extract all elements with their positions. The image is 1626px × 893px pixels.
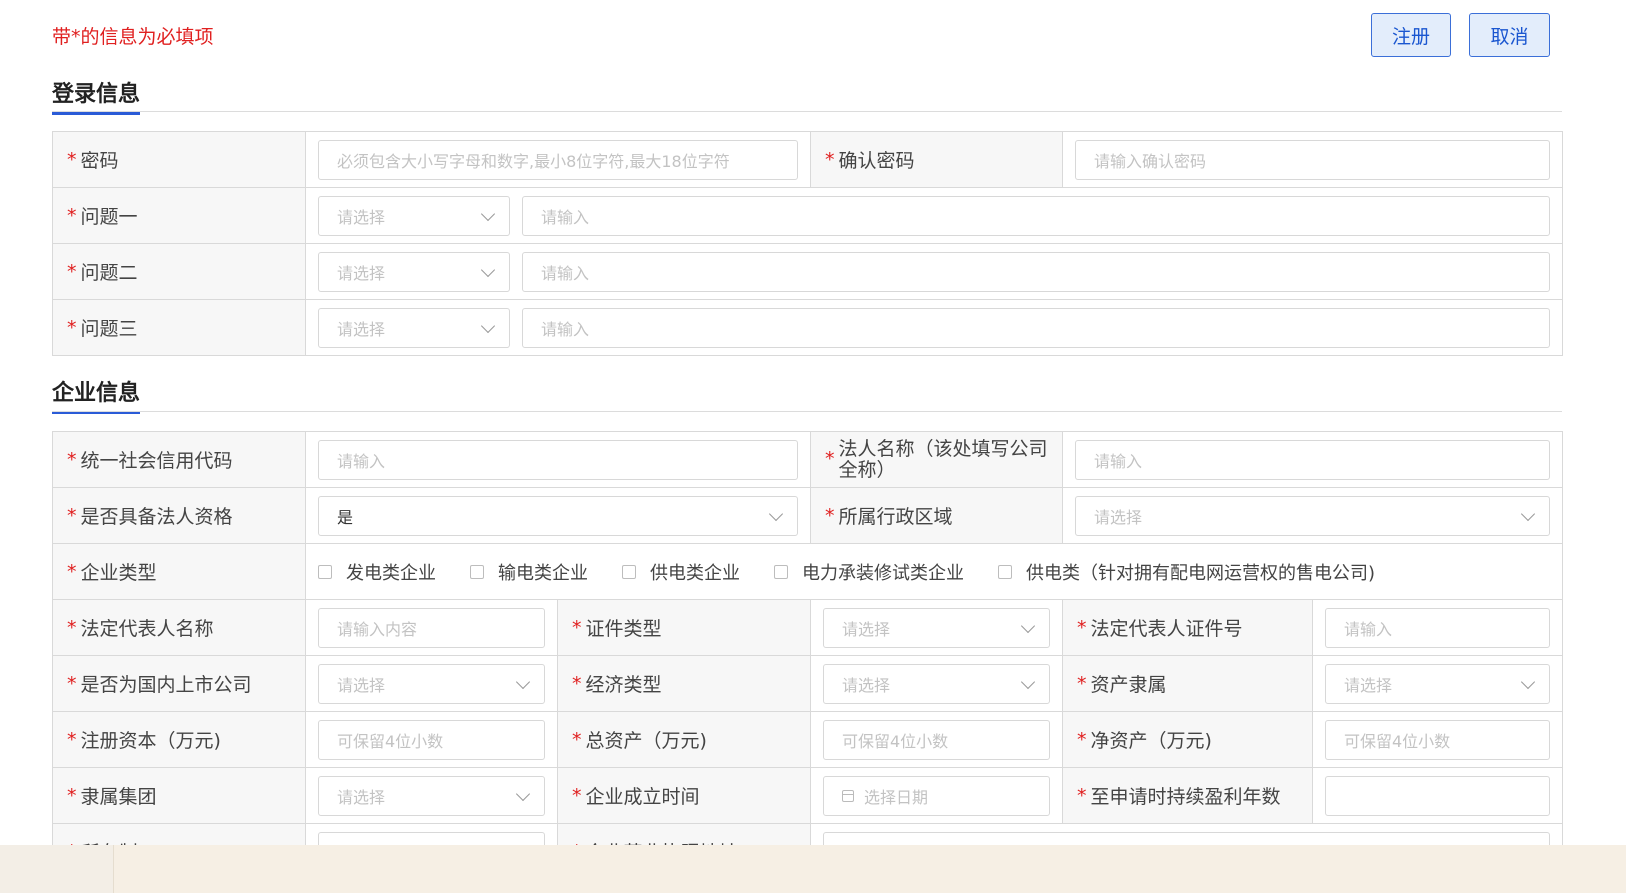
divider [52, 411, 1562, 412]
credit-code-label: * 统一社会信用代码 [53, 432, 306, 488]
econ-type-label: * 经济类型 [558, 656, 811, 712]
founded-label: * 企业成立时间 [558, 768, 811, 824]
checkbox-box[interactable] [318, 564, 332, 579]
rep-name-label: * 法定代表人名称 [53, 600, 306, 656]
net-assets-label: * 净资产（万元) [1063, 712, 1313, 768]
rep-id-label: * 法定代表人证件号 [1063, 600, 1313, 656]
chevron-down-icon [515, 786, 531, 801]
login-form-table: * 密码 必须包含大小写字母和数字,最小8位字符,最大18位字符 * 确认密码 请输… [52, 131, 1563, 356]
checkbox-supply[interactable]: 供电类企业 [622, 559, 740, 585]
checkbox-generation[interactable]: 发电类企业 [318, 559, 436, 585]
id-type-label: * 证件类型 [558, 600, 811, 656]
listed-select[interactable]: 请选择 [318, 663, 545, 704]
rep-id-input[interactable]: 请输入 [1325, 607, 1550, 648]
legal-name-input[interactable]: 请输入 [1075, 439, 1550, 480]
question1-answer-input[interactable]: 请输入 [522, 195, 1550, 236]
group-label: * 隶属集团 [53, 768, 306, 824]
credit-code-input[interactable]: 请输入 [318, 439, 798, 480]
divider [52, 111, 1562, 112]
question2-answer-input[interactable]: 请输入 [522, 251, 1550, 292]
calendar-icon [842, 789, 854, 802]
reg-capital-label: * 注册资本（万元) [53, 712, 306, 768]
asset-owner-select[interactable]: 请选择 [1325, 663, 1550, 704]
checkbox-transmission[interactable]: 输电类企业 [470, 559, 588, 585]
cancel-button[interactable]: 取消 [1469, 13, 1550, 57]
question1-label: * 问题一 [53, 188, 306, 244]
question2-label: * 问题二 [53, 244, 306, 300]
confirm-password-label: * 确认密码 [811, 132, 1063, 188]
chevron-down-icon [480, 262, 496, 277]
profit-years-input[interactable] [1325, 775, 1550, 816]
chevron-down-icon [768, 506, 784, 521]
total-assets-label: * 总资产（万元) [558, 712, 811, 768]
net-assets-input[interactable]: 可保留4位小数 [1325, 719, 1550, 760]
company-type-label: * 企业类型 [53, 544, 306, 600]
chevron-down-icon [480, 318, 496, 333]
required-note: 带*的信息为必填项 [52, 26, 214, 48]
checkbox-box[interactable] [774, 564, 788, 579]
founded-date-picker[interactable]: 选择日期 [823, 775, 1050, 816]
group-select[interactable]: 请选择 [318, 775, 545, 816]
question3-answer-input[interactable]: 请输入 [522, 307, 1550, 348]
region-label: * 所属行政区域 [811, 488, 1063, 544]
reg-capital-input[interactable]: 可保留4位小数 [318, 719, 545, 760]
question3-label: * 问题三 [53, 300, 306, 356]
chevron-down-icon [1020, 674, 1036, 689]
chevron-down-icon [515, 674, 531, 689]
question2-select[interactable]: 请选择 [318, 251, 510, 292]
listed-label: * 是否为国内上市公司 [53, 656, 306, 712]
profit-years-label: * 至申请时持续盈利年数 [1063, 768, 1313, 824]
econ-type-select[interactable]: 请选择 [823, 663, 1050, 704]
checkbox-box[interactable] [622, 564, 636, 579]
login-section-title: 登录信息 [52, 76, 141, 115]
rep-name-input[interactable]: 请输入内容 [318, 607, 545, 648]
chevron-down-icon [1020, 618, 1036, 633]
chevron-down-icon [1520, 506, 1536, 521]
chevron-down-icon [1520, 674, 1536, 689]
confirm-password-input[interactable]: 请输入确认密码 [1075, 139, 1550, 180]
legal-name-label: * 法人名称（该处填写公司 全称） [811, 432, 1063, 488]
password-label: * 密码 [53, 132, 306, 188]
region-select[interactable]: 请选择 [1075, 495, 1550, 536]
id-type-select[interactable]: 请选择 [823, 607, 1050, 648]
question3-select[interactable]: 请选择 [318, 307, 510, 348]
chevron-down-icon [480, 206, 496, 221]
company-section-title: 企业信息 [52, 375, 141, 414]
checkbox-box[interactable] [470, 564, 484, 579]
bottom-bar [0, 845, 1626, 893]
asset-owner-label: * 资产隶属 [1063, 656, 1313, 712]
checkbox-box[interactable] [998, 564, 1012, 579]
password-input[interactable]: 必须包含大小写字母和数字,最小8位字符,最大18位字符 [318, 139, 798, 180]
checkbox-installation[interactable]: 电力承装修试类企业 [774, 559, 964, 585]
register-button[interactable]: 注册 [1371, 13, 1451, 57]
question1-select[interactable]: 请选择 [318, 195, 510, 236]
legal-status-label: * 是否具备法人资格 [53, 488, 306, 544]
company-form-table: * 统一社会信用代码 请输入 * 法人名称（该处填写公司 全称） 请输入 * 是否具备法… [52, 431, 1563, 880]
legal-status-select[interactable]: 是 [318, 495, 798, 536]
total-assets-input[interactable]: 可保留4位小数 [823, 719, 1050, 760]
checkbox-retail-supply[interactable]: 供电类（针对拥有配电网运营权的售电公司) [998, 559, 1375, 585]
